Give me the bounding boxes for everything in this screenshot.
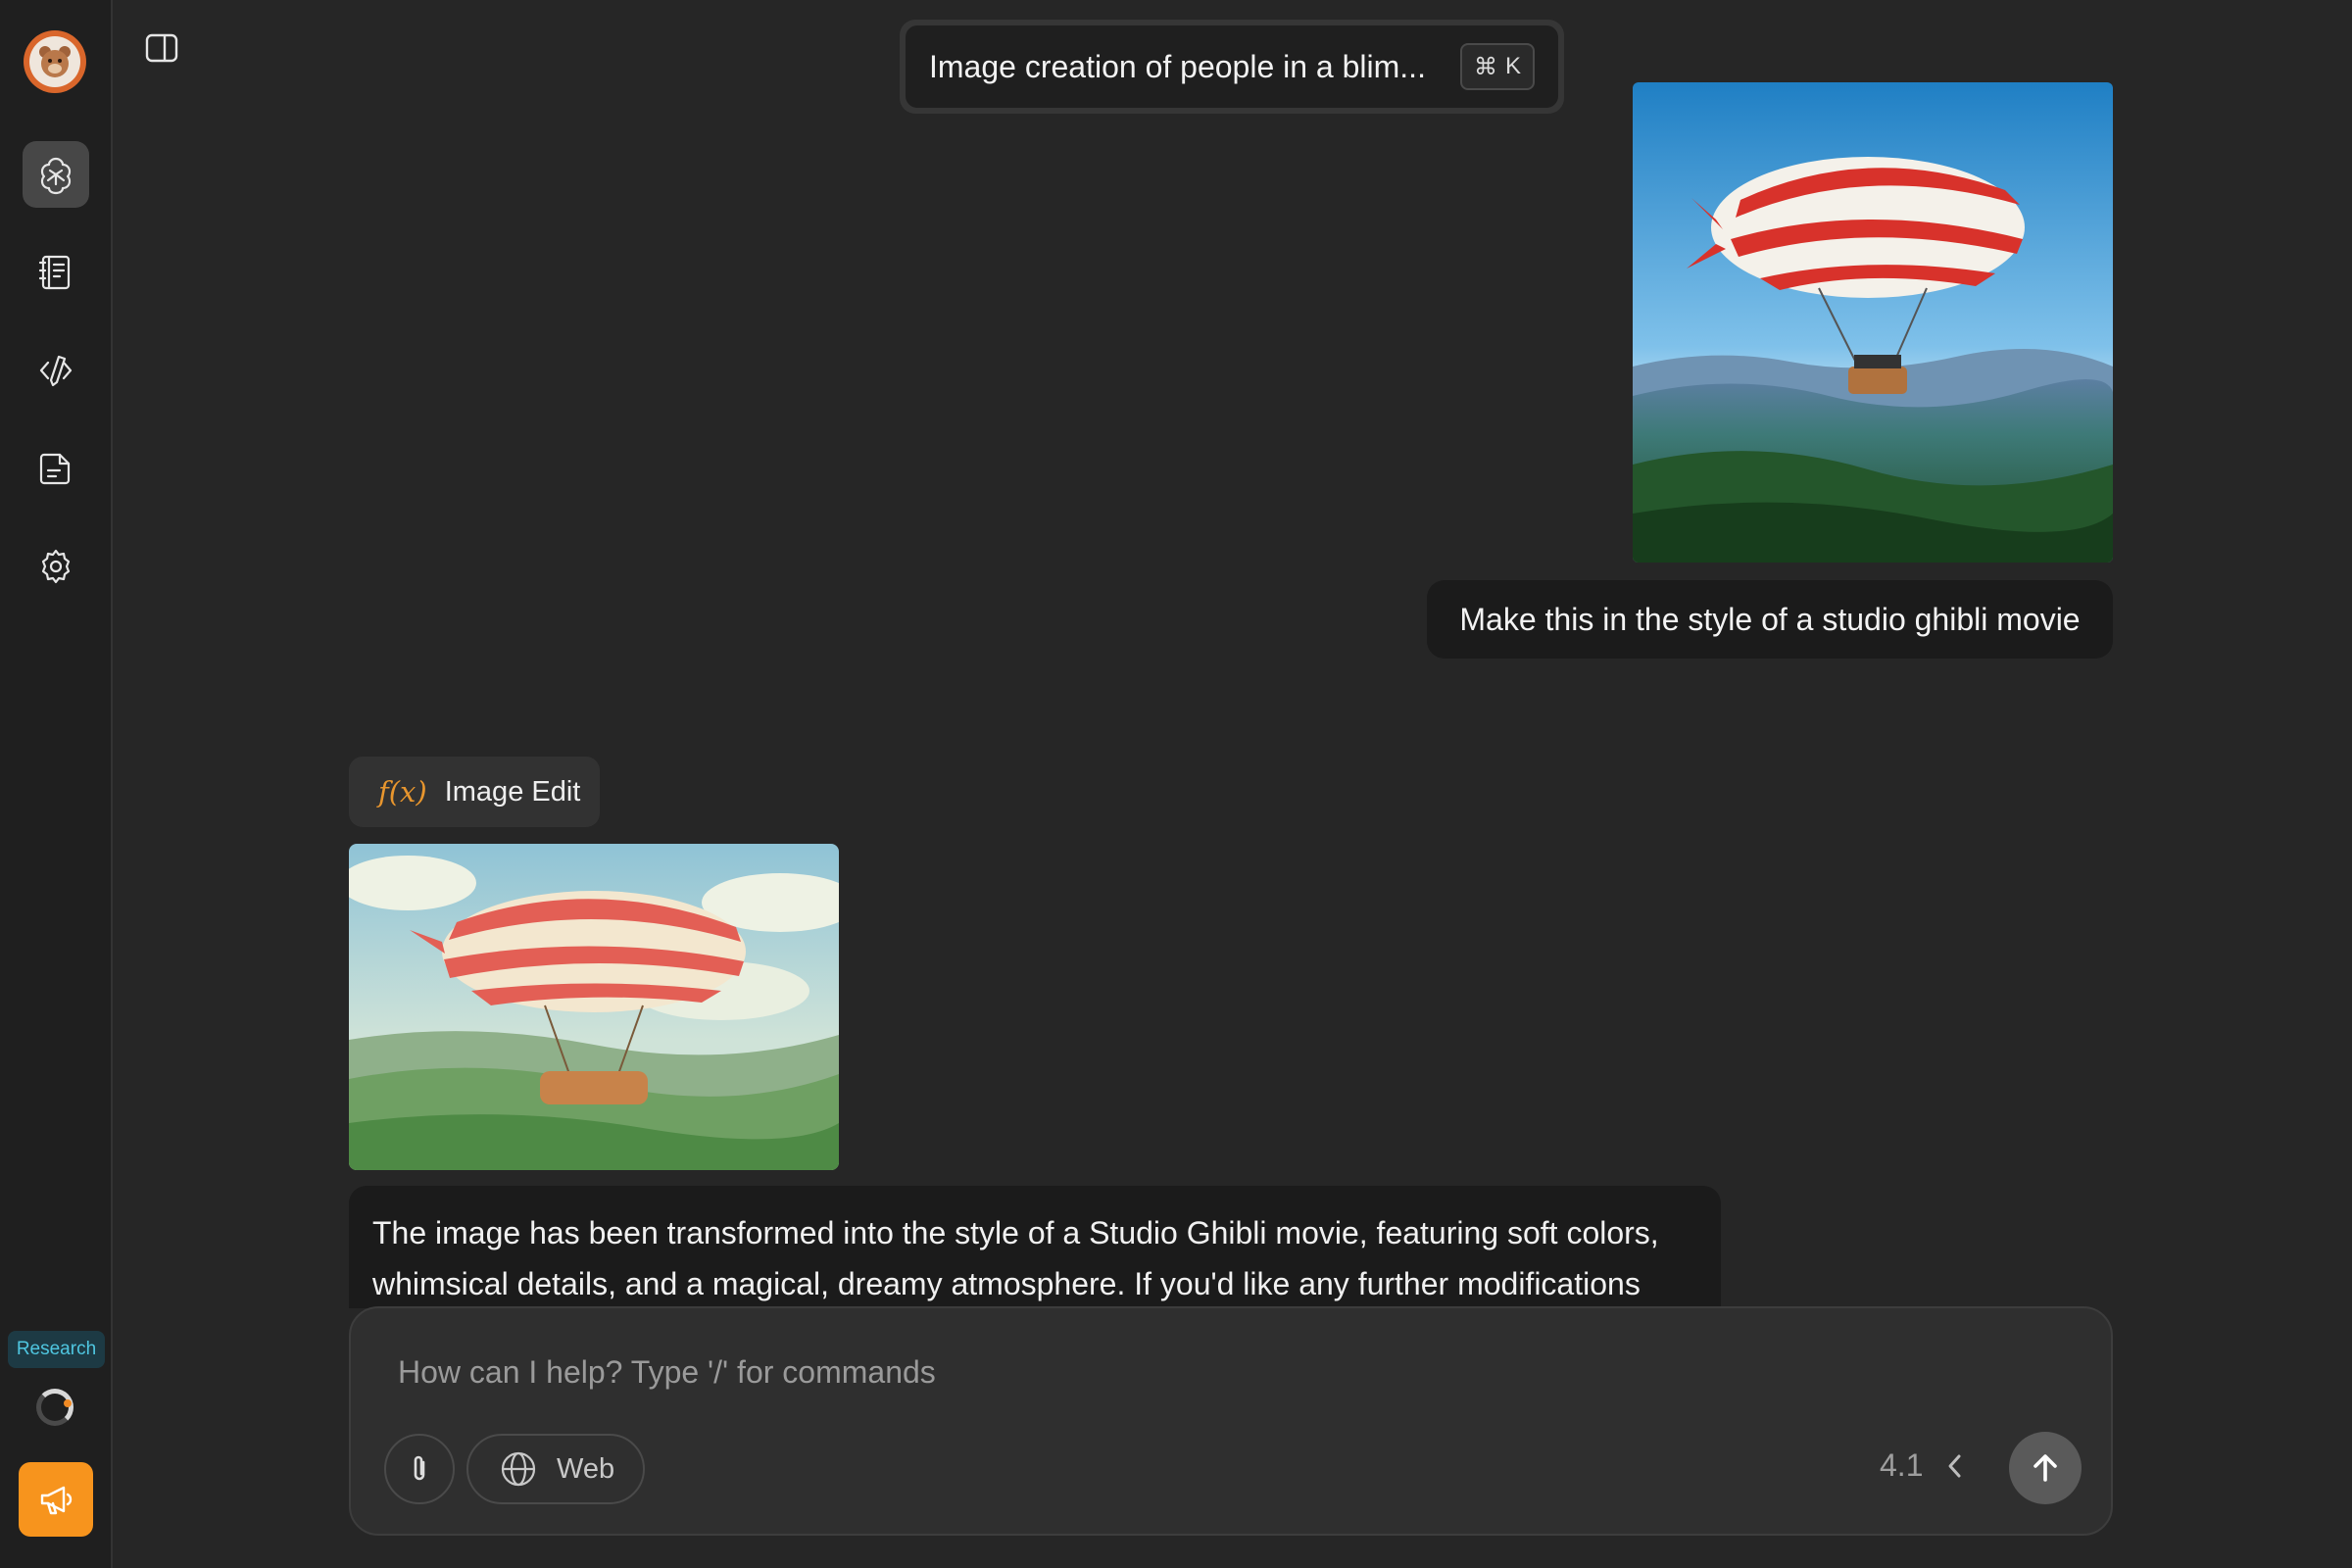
ai-brain-icon: [40, 157, 72, 195]
model-selector[interactable]: 4.1: [1880, 1447, 1966, 1484]
document-icon: [39, 453, 71, 485]
notebook-icon: [38, 255, 71, 290]
megaphone-icon: [40, 1486, 73, 1515]
tool-call-label: Image Edit: [444, 775, 581, 808]
sidebar-item-code-editor[interactable]: [23, 337, 89, 404]
web-label: Web: [557, 1452, 615, 1485]
usage-progress-ring: [36, 1389, 74, 1426]
sidebar-item-settings[interactable]: [23, 533, 89, 600]
globe-icon: [501, 1451, 536, 1487]
app-window: Research Image creation of people in a b…: [0, 0, 2352, 1568]
sidebar-item-notebook[interactable]: [23, 239, 89, 306]
arrow-up-icon: [2034, 1454, 2057, 1482]
tool-call-chip[interactable]: f(x) Image Edit: [349, 757, 600, 827]
function-icon: f(x): [378, 775, 427, 808]
chat-title-pill[interactable]: Image creation of people in a blim... ⌘ …: [900, 20, 1564, 114]
send-button[interactable]: [2009, 1432, 2082, 1504]
paperclip-icon: [414, 1455, 425, 1481]
message-composer: Web 4.1: [349, 1306, 2113, 1536]
attach-button[interactable]: [384, 1434, 455, 1504]
assistant-message-bubble: The image has been transformed into the …: [349, 1186, 1721, 1308]
avatar-face: [29, 36, 80, 87]
chat-title: Image creation of people in a blim...: [929, 48, 1426, 84]
sidebar-panel-icon: [145, 33, 178, 63]
user-avatar[interactable]: [24, 30, 86, 93]
sidebar: Research: [0, 0, 113, 1568]
message-input[interactable]: [398, 1348, 1574, 1396]
research-badge[interactable]: Research: [8, 1331, 105, 1368]
chat-title-inner: Image creation of people in a blim... ⌘ …: [906, 25, 1558, 108]
sidebar-item-document[interactable]: [23, 435, 89, 502]
user-message-bubble: Make this in the style of a studio ghibl…: [1427, 580, 2113, 659]
shortcut-key: K: [1504, 53, 1521, 79]
user-uploaded-image[interactable]: [1633, 82, 2113, 563]
model-version: 4.1: [1880, 1447, 1924, 1483]
shortcut-hint: ⌘ K: [1459, 43, 1535, 90]
progress-dot: [64, 1399, 72, 1407]
web-search-toggle[interactable]: Web: [466, 1434, 645, 1504]
chevron-left-icon: [1948, 1454, 1961, 1477]
sidebar-item-ai-chat[interactable]: [23, 141, 89, 208]
panel-toggle-button[interactable]: [145, 33, 178, 63]
gear-icon: [41, 549, 71, 584]
code-pen-icon: [39, 355, 73, 387]
announcements-button[interactable]: [19, 1462, 93, 1537]
command-key-icon: ⌘: [1473, 53, 1497, 80]
generated-image[interactable]: [349, 844, 839, 1170]
